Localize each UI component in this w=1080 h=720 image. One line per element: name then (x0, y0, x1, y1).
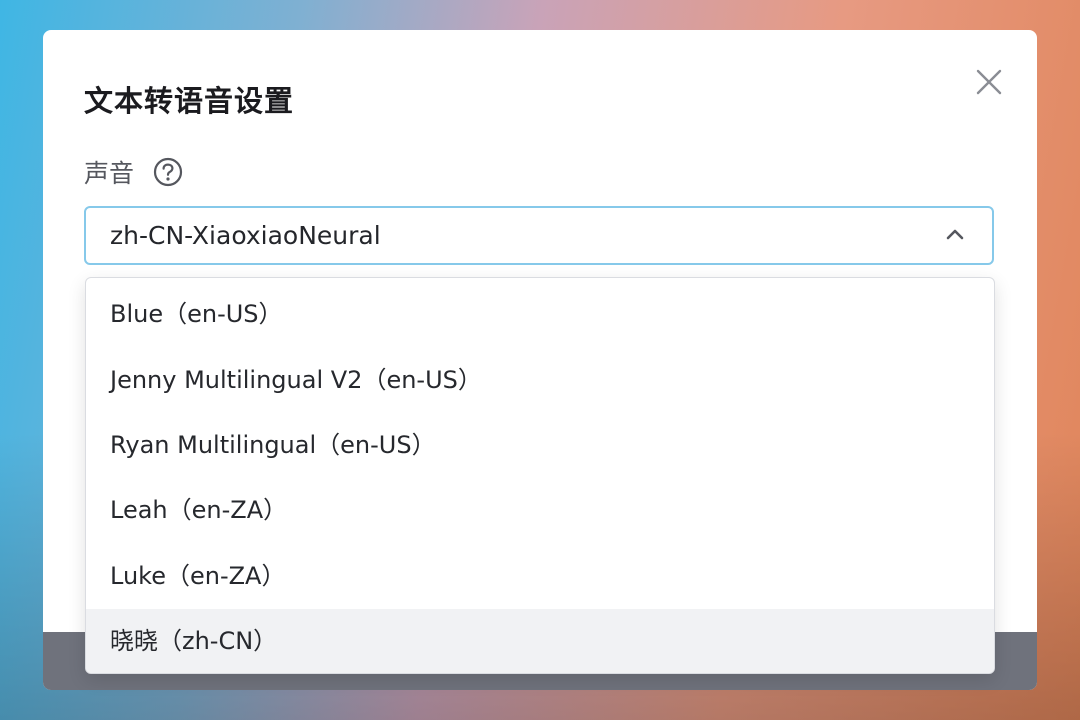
voice-option-luke[interactable]: Luke（en-ZA） (86, 544, 994, 609)
voice-option-jenny[interactable]: Jenny Multilingual V2（en-US） (86, 348, 994, 413)
voice-select[interactable]: zh-CN-XiaoxiaoNeural (84, 206, 994, 265)
voice-option-xiaoxiao[interactable]: 晓晓（zh-CN） (86, 609, 994, 673)
voice-option-blue[interactable]: Blue（en-US） (86, 282, 994, 347)
voice-label-row: 声音 (84, 154, 184, 190)
voice-select-value: zh-CN-XiaoxiaoNeural (110, 221, 381, 250)
dialog-title: 文本转语音设置 (84, 84, 295, 118)
chevron-up-icon (946, 229, 964, 240)
voice-label: 声音 (84, 159, 135, 188)
close-button[interactable] (971, 64, 1007, 100)
voice-option-leah[interactable]: Leah（en-ZA） (86, 478, 994, 543)
question-circle-icon[interactable] (152, 156, 184, 188)
close-icon (976, 69, 1002, 95)
voice-dropdown-menu: Blue（en-US） Jenny Multilingual V2（en-US）… (85, 277, 995, 674)
voice-option-ryan[interactable]: Ryan Multilingual（en-US） (86, 413, 994, 478)
